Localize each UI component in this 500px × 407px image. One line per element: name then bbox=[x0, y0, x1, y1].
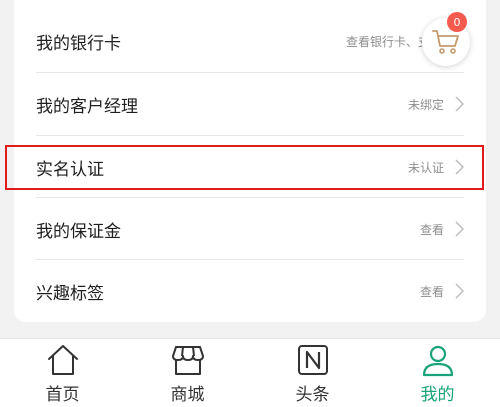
menu-item-account-manager[interactable]: 我的客户经理 未绑定 bbox=[14, 73, 486, 135]
menu-item-label: 我的保证金 bbox=[36, 221, 121, 242]
profile-screen: 我的银行卡 查看银行卡、支 我的客户经理 未绑定 实名认证 未认证 我的保证金 … bbox=[0, 0, 500, 407]
bottom-tab-bar: 首页 商城 头条 我的 bbox=[0, 338, 500, 407]
profile-menu-card: 我的银行卡 查看银行卡、支 我的客户经理 未绑定 实名认证 未认证 我的保证金 … bbox=[14, 0, 486, 322]
cart-button[interactable]: 0 bbox=[422, 12, 470, 66]
store-icon bbox=[171, 346, 204, 375]
tab-store[interactable]: 商城 bbox=[125, 339, 250, 407]
menu-item-bank-card[interactable]: 我的银行卡 查看银行卡、支 bbox=[14, 10, 486, 72]
news-icon bbox=[297, 345, 328, 375]
person-icon bbox=[422, 345, 453, 377]
chevron-right-icon bbox=[455, 96, 464, 112]
menu-item-label: 实名认证 bbox=[36, 159, 104, 180]
menu-item-label: 我的银行卡 bbox=[36, 33, 121, 54]
chevron-right-icon bbox=[455, 283, 464, 299]
tab-label: 首页 bbox=[45, 385, 80, 405]
chevron-right-icon bbox=[455, 159, 464, 175]
menu-item-label: 我的客户经理 bbox=[36, 96, 138, 117]
tab-home[interactable]: 首页 bbox=[0, 339, 125, 407]
tab-label: 头条 bbox=[295, 385, 330, 405]
menu-item-value: 未绑定 bbox=[407, 97, 444, 112]
shopping-cart-icon bbox=[432, 30, 459, 54]
cart-badge: 0 bbox=[447, 12, 467, 32]
tab-label: 商城 bbox=[170, 385, 205, 405]
tab-news[interactable]: 头条 bbox=[250, 339, 375, 407]
menu-item-real-name-verification[interactable]: 实名认证 未认证 bbox=[14, 136, 486, 198]
menu-item-value: 查看 bbox=[419, 222, 444, 237]
menu-item-interest-tags[interactable]: 兴趣标签 查看 bbox=[14, 260, 486, 322]
home-icon bbox=[47, 345, 78, 375]
tab-mine[interactable]: 我的 bbox=[375, 339, 500, 407]
menu-item-deposit[interactable]: 我的保证金 查看 bbox=[14, 198, 486, 260]
tab-label: 我的 bbox=[420, 385, 455, 405]
menu-item-value: 未认证 bbox=[407, 160, 444, 175]
chevron-right-icon bbox=[455, 221, 464, 237]
menu-item-value: 查看 bbox=[419, 284, 444, 299]
menu-item-label: 兴趣标签 bbox=[36, 283, 104, 304]
menu-item-value: 查看银行卡、支 bbox=[345, 34, 430, 49]
